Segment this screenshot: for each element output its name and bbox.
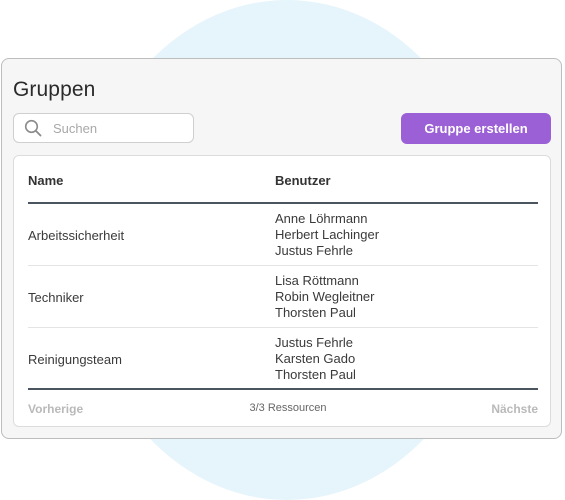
- user-name: Robin Wegleitner: [275, 289, 375, 304]
- table-row[interactable]: Techniker Lisa Röttmann Robin Wegleitner…: [28, 266, 538, 328]
- column-header-users[interactable]: Benutzer: [275, 173, 331, 188]
- groups-table: Name Benutzer Arbeitssicherheit Anne Löh…: [13, 155, 551, 427]
- group-users-cell: Anne Löhrmann Herbert Lachinger Justus F…: [275, 211, 379, 259]
- user-name: Lisa Röttmann: [275, 273, 359, 288]
- user-name: Justus Fehrle: [275, 243, 354, 258]
- pagination: Vorherige 3/3 Ressourcen Nächste: [28, 390, 538, 426]
- create-group-button[interactable]: Gruppe erstellen: [401, 113, 551, 144]
- table-row[interactable]: Arbeitssicherheit Anne Löhrmann Herbert …: [28, 204, 538, 266]
- group-name-cell: Arbeitssicherheit: [28, 227, 125, 243]
- resource-count: 3/3 Ressourcen: [249, 402, 327, 414]
- stage: Gruppen Gruppe erstellen Name Benutzer A…: [0, 0, 565, 500]
- user-name: Thorsten Paul: [275, 305, 356, 320]
- search-input[interactable]: [53, 120, 173, 136]
- table-header: Name Benutzer: [28, 156, 538, 204]
- group-name-cell: Reinigungsteam: [28, 351, 122, 367]
- user-name: Karsten Gado: [275, 351, 356, 366]
- next-page-button[interactable]: Nächste: [491, 402, 538, 416]
- groups-panel: Gruppen Gruppe erstellen Name Benutzer A…: [1, 58, 562, 439]
- user-name: Anne Löhrmann: [275, 211, 368, 226]
- group-users-cell: Lisa Röttmann Robin Wegleitner Thorsten …: [275, 273, 374, 321]
- group-name-cell: Techniker: [28, 289, 84, 305]
- page-title: Gruppen: [13, 78, 96, 101]
- table-row[interactable]: Reinigungsteam Justus Fehrle Karsten Gad…: [28, 328, 538, 390]
- group-users-cell: Justus Fehrle Karsten Gado Thorsten Paul: [275, 335, 356, 383]
- column-header-name[interactable]: Name: [28, 173, 63, 188]
- user-name: Thorsten Paul: [275, 367, 356, 382]
- user-name: Justus Fehrle: [275, 335, 354, 350]
- search-icon: [23, 118, 43, 138]
- user-name: Herbert Lachinger: [275, 227, 380, 242]
- search-box[interactable]: [13, 113, 194, 143]
